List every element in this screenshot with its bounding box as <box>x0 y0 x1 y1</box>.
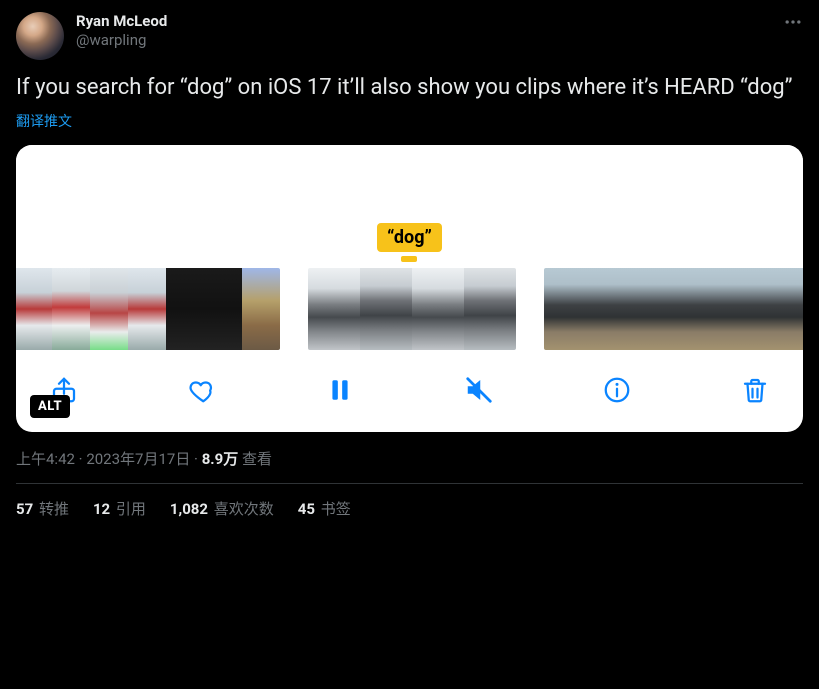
quotes-label: 引用 <box>112 500 146 518</box>
video-frame <box>658 268 696 350</box>
divider <box>16 483 803 484</box>
retweets-label: 转推 <box>35 500 69 518</box>
more-icon[interactable] <box>783 12 803 32</box>
pause-icon[interactable] <box>320 370 360 410</box>
quotes-stat[interactable]: 12 引用 <box>93 498 146 519</box>
video-frame <box>582 268 620 350</box>
filmstrip[interactable] <box>16 262 803 352</box>
likes-count: 1,082 <box>170 500 208 518</box>
video-frame <box>544 268 582 350</box>
clip-group[interactable] <box>16 268 280 350</box>
bookmarks-stat[interactable]: 45 书签 <box>298 498 351 519</box>
video-frame <box>412 268 464 350</box>
stats-row: 57 转推 12 引用 1,082 喜欢次数 45 书签 <box>16 498 803 519</box>
meta-row: 上午4:42 · 2023年7月17日 · 8.9万 查看 <box>16 448 803 469</box>
date[interactable]: 2023年7月17日 <box>86 450 190 468</box>
video-frame <box>620 268 658 350</box>
retweets-count: 57 <box>16 500 33 518</box>
retweets-stat[interactable]: 57 转推 <box>16 498 69 519</box>
video-frame <box>308 268 360 350</box>
video-frame <box>734 268 772 350</box>
media-card[interactable]: “dog” <box>16 145 803 432</box>
bookmarks-count: 45 <box>298 500 315 518</box>
likes-label: 喜欢次数 <box>210 500 274 518</box>
avatar[interactable] <box>16 12 64 60</box>
video-frame <box>772 268 803 350</box>
quotes-count: 12 <box>93 500 110 518</box>
tweet-container: Ryan McLeod @warpling If you search for … <box>0 0 819 531</box>
video-frame <box>52 268 90 350</box>
bookmarks-label: 书签 <box>317 500 351 518</box>
clip-group[interactable] <box>544 268 803 350</box>
heart-icon[interactable] <box>182 370 222 410</box>
video-frame <box>204 268 242 350</box>
separator: · <box>190 450 201 468</box>
media-toolbar <box>16 352 803 432</box>
separator: · <box>75 450 86 468</box>
display-name: Ryan McLeod <box>76 12 167 31</box>
translate-link[interactable]: 翻译推文 <box>16 111 72 131</box>
likes-stat[interactable]: 1,082 喜欢次数 <box>170 498 274 519</box>
info-icon[interactable] <box>597 370 637 410</box>
video-frame <box>360 268 412 350</box>
tweet-header: Ryan McLeod @warpling <box>16 12 803 60</box>
video-frame <box>696 268 734 350</box>
video-frame <box>464 268 516 350</box>
video-frame <box>128 268 166 350</box>
trash-icon[interactable] <box>735 370 775 410</box>
video-frame <box>90 268 128 350</box>
author-names[interactable]: Ryan McLeod @warpling <box>76 12 167 50</box>
highlight-label-wrap: “dog” <box>16 223 803 262</box>
mute-icon[interactable] <box>459 370 499 410</box>
video-frame <box>242 268 280 350</box>
alt-badge[interactable]: ALT <box>30 395 70 418</box>
video-frame <box>166 268 204 350</box>
clip-group-active[interactable] <box>308 268 516 350</box>
highlight-label: “dog” <box>377 223 442 252</box>
views-count: 8.9万 <box>202 450 239 468</box>
tweet-text: If you search for “dog” on iOS 17 it’ll … <box>16 74 803 103</box>
highlight-tick-icon <box>401 256 417 262</box>
time[interactable]: 上午4:42 <box>16 450 75 468</box>
views-label: 查看 <box>238 450 272 468</box>
handle: @warpling <box>76 31 167 50</box>
video-frame <box>16 268 52 350</box>
